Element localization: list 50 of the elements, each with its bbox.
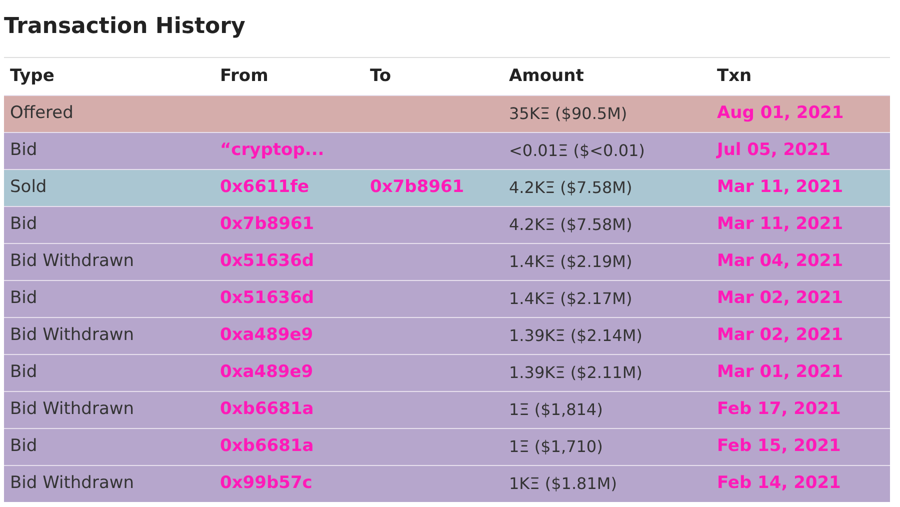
table-cell: 1Ξ ($1,710) (509, 437, 603, 456)
address-link[interactable]: 0x51636d (220, 251, 314, 272)
table-cell: 4.2KΞ ($7.58M) (509, 178, 632, 197)
table-cell: Bid Withdrawn (10, 325, 134, 346)
address-link[interactable]: “cryptop... (220, 140, 324, 160)
table-cell: 1.39KΞ ($2.11M) (509, 363, 642, 382)
column-header: From (219, 64, 270, 88)
table-cell: 35KΞ ($90.5M) (509, 104, 628, 123)
date-link[interactable]: Mar 11, 2021 (717, 177, 844, 198)
address-link[interactable]: 0xb6681a (220, 436, 314, 456)
date-link[interactable]: Feb 17, 2021 (717, 399, 841, 420)
address-link[interactable]: 0x7b8961 (370, 177, 464, 198)
table-cell: Bid Withdrawn (10, 251, 134, 272)
date-link[interactable]: Mar 11, 2021 (717, 214, 844, 234)
table-cell: Bid Withdrawn (10, 399, 134, 420)
table-cell: Bid (10, 140, 38, 160)
table-cell: <0.01Ξ ($<0.01) (509, 141, 645, 160)
table-cell: 4.2KΞ ($7.58M) (509, 215, 632, 234)
page-title: Transaction History (4, 0, 890, 58)
address-link[interactable]: 0xa489e9 (220, 325, 314, 346)
table-cell: 1.4KΞ ($2.17M) (509, 289, 632, 308)
date-link[interactable]: Aug 01, 2021 (717, 103, 844, 124)
column-header: Amount (508, 64, 585, 88)
address-link[interactable]: 0xa489e9 (220, 362, 314, 382)
date-link[interactable]: Jul 05, 2021 (717, 140, 831, 160)
address-link[interactable]: 0x7b8961 (220, 214, 314, 234)
date-link[interactable]: Mar 02, 2021 (717, 325, 844, 346)
table-cell: 1.4KΞ ($2.19M) (509, 252, 632, 271)
table-cell: 1KΞ ($1.81M) (509, 474, 617, 493)
table-cell: Bid (10, 362, 38, 382)
address-link[interactable]: 0x51636d (220, 288, 314, 308)
column-header: Type (9, 64, 56, 88)
table-cell: Bid (10, 214, 38, 234)
table-cell: Offered (10, 103, 74, 124)
table-cell: Sold (10, 177, 47, 198)
table-cell: 1.39KΞ ($2.14M) (509, 326, 642, 345)
date-link[interactable]: Feb 14, 2021 (717, 473, 841, 494)
column-header: To (369, 64, 392, 88)
date-link[interactable]: Feb 15, 2021 (717, 436, 841, 456)
table-cell: Bid Withdrawn (10, 473, 134, 494)
table-cell: 1Ξ ($1,814) (509, 400, 603, 419)
address-link[interactable]: 0xb6681a (220, 399, 314, 420)
address-link[interactable]: 0x6611fe (220, 177, 310, 198)
column-header: Txn (716, 64, 753, 88)
address-link[interactable]: 0x99b57c (220, 473, 312, 494)
date-link[interactable]: Mar 04, 2021 (717, 251, 844, 272)
table-cell: Bid (10, 288, 38, 308)
table-cell: Bid (10, 436, 38, 456)
date-link[interactable]: Mar 01, 2021 (717, 362, 844, 382)
date-link[interactable]: Mar 02, 2021 (717, 288, 844, 308)
